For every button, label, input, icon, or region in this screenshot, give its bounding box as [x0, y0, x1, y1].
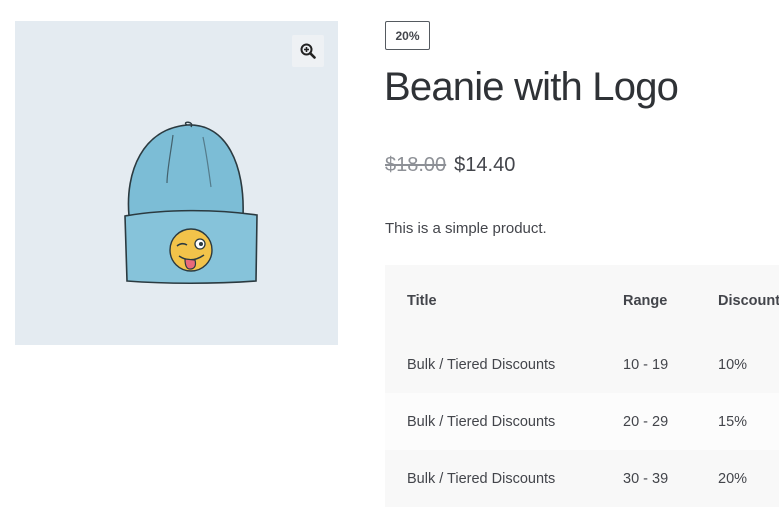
sale-badge: 20% — [385, 21, 430, 50]
product-title: Beanie with Logo — [384, 65, 679, 109]
row-range: 20 - 29 — [623, 413, 669, 430]
row-title: Bulk / Tiered Discounts — [407, 413, 556, 430]
discount-table: Title Range Discount Bulk / Tiered Disco… — [385, 265, 779, 507]
column-header-range: Range — [623, 292, 668, 309]
sale-price: $14.40 — [454, 154, 516, 176]
table-row: Bulk / Tiered Discounts 30 - 39 20% — [385, 450, 779, 507]
row-range: 10 - 19 — [623, 356, 669, 373]
column-header-discount: Discount — [718, 292, 779, 309]
zoom-button[interactable] — [292, 35, 324, 67]
row-discount: 10% — [718, 356, 748, 373]
row-title: Bulk / Tiered Discounts — [407, 470, 556, 487]
table-header-row: Title Range Discount — [385, 265, 779, 336]
magnifier-plus-icon — [300, 43, 316, 59]
beanie-image — [124, 121, 258, 285]
short-description: This is a simple product. — [385, 220, 547, 237]
row-title: Bulk / Tiered Discounts — [407, 356, 556, 373]
table-row: Bulk / Tiered Discounts 20 - 29 15% — [385, 393, 779, 450]
row-discount: 15% — [718, 413, 748, 430]
row-discount: 20% — [718, 470, 748, 487]
regular-price: $18.00 — [385, 154, 447, 176]
product-gallery[interactable] — [15, 21, 338, 345]
table-row: Bulk / Tiered Discounts 10 - 19 10% — [385, 336, 779, 393]
row-range: 30 - 39 — [623, 470, 669, 487]
column-header-title: Title — [407, 292, 437, 309]
product-price: $18.00 $14.40 — [385, 154, 515, 177]
